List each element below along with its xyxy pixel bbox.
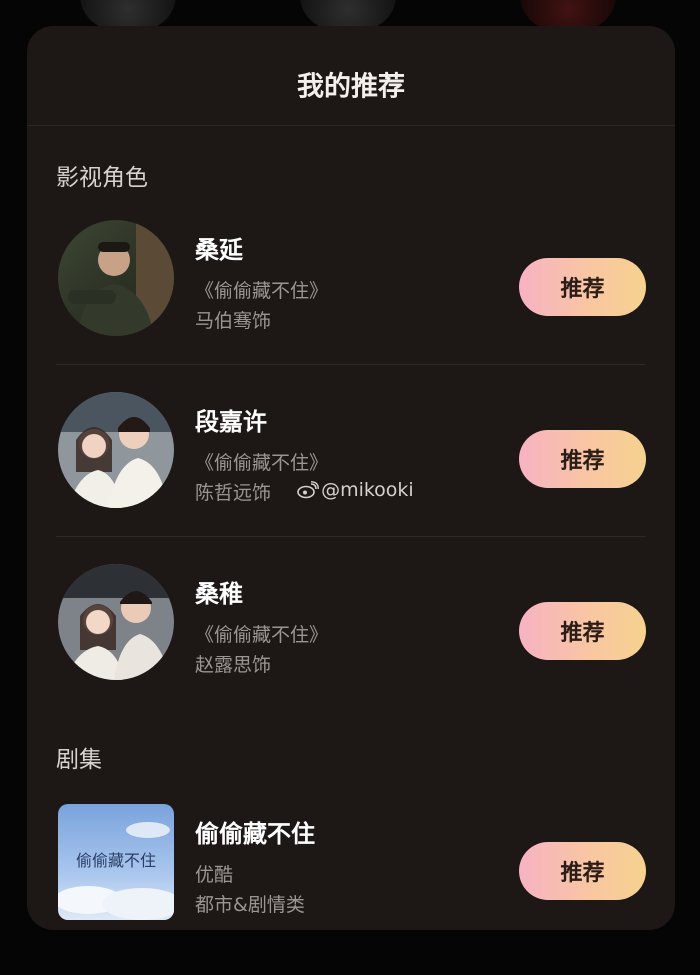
drama-genre: 都市&剧情类 — [195, 894, 305, 916]
character-show: 《偷偷藏不住》 — [195, 452, 329, 474]
poster-title: 偷偷藏不住 — [76, 851, 156, 870]
character-item[interactable]: 段嘉许 《偷偷藏不住》 陈哲远饰 @mikooki 推荐 — [56, 392, 646, 510]
actor-name: 赵露思饰 — [195, 654, 272, 676]
character-item[interactable]: 桑延 《偷偷藏不住》 马伯骞饰 推荐 — [56, 220, 646, 338]
sheet-title: 我的推荐 — [297, 71, 405, 103]
recommendation-sheet: 我的推荐 影视角色 桑延 《偷偷藏不住》 马伯骞饰 推荐 段嘉许 《偷偷藏不住》… — [27, 26, 675, 930]
character-actor: 陈哲远饰 @mikooki — [195, 478, 414, 505]
weibo-credit: @mikooki — [297, 479, 414, 501]
character-avatar — [58, 220, 174, 336]
title-divider — [27, 125, 675, 126]
actor-photo-icon — [58, 564, 174, 680]
drama-poster-image: 偷偷藏不住 — [58, 804, 174, 920]
character-actor: 马伯骞饰 — [195, 306, 271, 333]
character-actor: 赵露思饰 — [195, 650, 271, 677]
recommend-button[interactable]: 推荐 — [519, 430, 646, 488]
character-name: 段嘉许 — [195, 408, 267, 436]
character-name: 桑延 — [195, 236, 243, 264]
drama-platform: 优酷 — [195, 864, 234, 886]
item-divider — [56, 536, 646, 537]
recommend-button[interactable]: 推荐 — [519, 258, 646, 316]
bottom-backdrop — [0, 930, 700, 975]
recommend-button[interactable]: 推荐 — [519, 842, 646, 900]
character-item[interactable]: 桑稚 《偷偷藏不住》 赵露思饰 推荐 — [56, 564, 646, 682]
section-title-drama: 剧集 — [56, 747, 102, 773]
drama-item[interactable]: 偷偷藏不住 偷偷藏不住 优酷 都市&剧情类 推荐 — [56, 804, 646, 922]
section-title-characters: 影视角色 — [56, 165, 148, 191]
character-avatar — [58, 392, 174, 508]
item-divider — [56, 364, 646, 365]
actor-name: 马伯骞饰 — [195, 310, 272, 332]
recommend-button[interactable]: 推荐 — [519, 602, 646, 660]
drama-title: 偷偷藏不住 — [195, 820, 315, 848]
weibo-handle: @mikooki — [321, 479, 414, 501]
actor-name: 陈哲远饰 — [195, 482, 272, 504]
character-show: 《偷偷藏不住》 — [195, 624, 329, 646]
actor-photo-icon — [58, 392, 174, 508]
character-avatar — [58, 564, 174, 680]
character-show: 《偷偷藏不住》 — [195, 280, 329, 302]
actor-photo-icon — [58, 220, 174, 336]
character-name: 桑稚 — [195, 580, 243, 608]
drama-poster: 偷偷藏不住 — [58, 804, 174, 920]
weibo-icon — [297, 481, 319, 499]
